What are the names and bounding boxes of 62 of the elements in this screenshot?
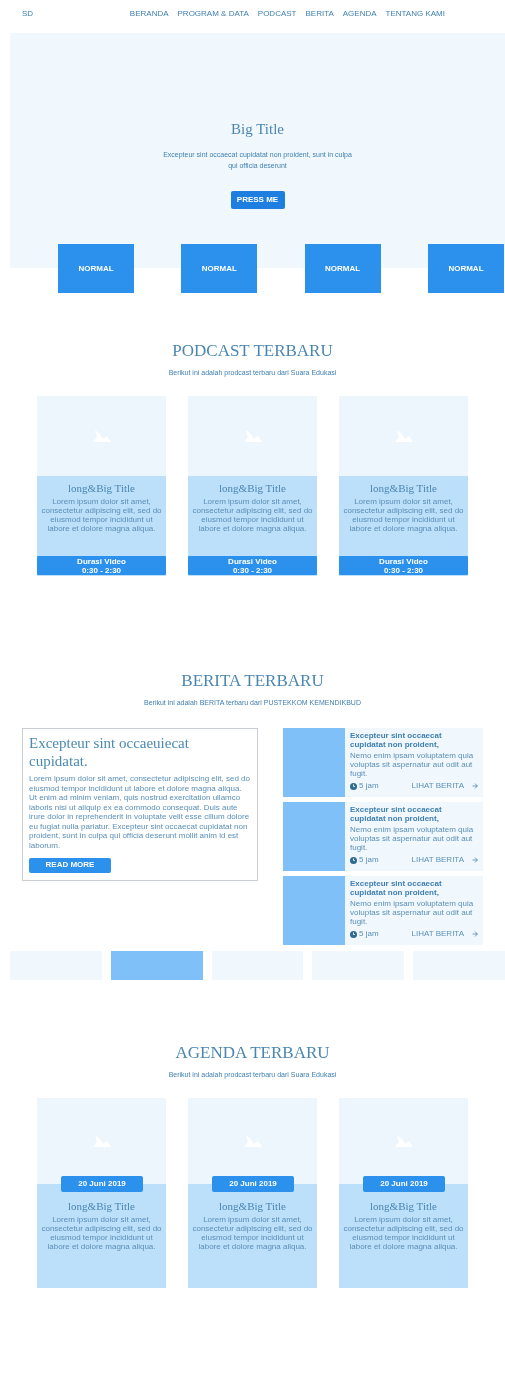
card-title: long&Big Title <box>68 1199 135 1214</box>
news-title: Excepteur sint occaecat cupidatat non proident, <box>350 805 443 823</box>
nav-link[interactable]: BERANDA <box>129 8 169 20</box>
category-tile[interactable]: NORMAL <box>58 244 134 293</box>
news-text: Nemo enim ipsam voluptatem quia voluptas sit aspernatur aut odit aut fugit. <box>350 899 475 926</box>
news-link[interactable]: LIHAT BERITA <box>411 928 464 940</box>
nav-link[interactable]: BERITA <box>305 8 334 20</box>
nav-link[interactable]: TENTANG KAMI <box>385 8 445 20</box>
duration-button[interactable]: Durasi Video 0:30 - 2:30 <box>188 556 317 575</box>
arrow-right-icon[interactable] <box>472 783 478 789</box>
news-time: 5 jam <box>359 780 379 792</box>
arrow-right-icon[interactable] <box>472 931 478 937</box>
category-tile[interactable]: NORMAL <box>304 244 381 293</box>
news-item[interactable]: Excepteur sint occaecat cupidatat non proident, Nemo enim ipsam voluptatem quia voluptas sit aspernatur aut odit aut fugit. 5 jam LIHAT BERITA <box>283 876 483 945</box>
news-item[interactable]: Excepteur sint occaecat cupidatat non proident, Nemo enim ipsam voluptatem quia voluptas sit aspernatur aut odit aut fugit. 5 jam LIHAT BERITA <box>283 802 483 871</box>
news-item[interactable]: Excepteur sint occaecat cupidatat non proident, Nemo enim ipsam voluptatem quia voluptas sit aspernatur aut odit aut fugit. 5 jam LIHAT BERITA <box>283 728 483 797</box>
nav-link[interactable]: PROGRAM & DATA <box>177 8 249 20</box>
date-badge: 20 Juni 2019 <box>61 1176 143 1192</box>
news-title: Excepteur sint occaecat cupidatat non proident, <box>350 879 443 897</box>
card-text: Lorem ipsum dolor sit amet, consectetur adipiscing elit, sed do eiusmod tempor incididunt ut labore et dolore magna aliqua. <box>41 1214 162 1251</box>
duration-button[interactable]: Durasi Video 0:30 - 2:30 <box>37 556 166 575</box>
section-title: AGENDA TERBARU <box>175 1042 330 1064</box>
card-text: Lorem ipsum dolor sit amet, consectetur adipiscing elit, sed do eiusmod tempor incididunt ut labore et dolore magna aliqua. <box>343 1214 464 1251</box>
read-more-button[interactable]: READ MORE <box>29 857 111 873</box>
date-badge: 20 Juni 2019 <box>212 1176 294 1192</box>
arrow-right-icon[interactable] <box>472 857 478 863</box>
featured-news-text: Lorem ipsum dolor sit amet, consectetur adipiscing elit, sed do eiusmod tempor incididunt ut labore et dolore magna aliqua. Ut enim ad minim veniam, quis nostrud exercitation ullamco laboris nisi ut aliquip ex ea commodo consequat. Duis aute irure dolor in reprehenderit in voluptate velit esse cillum dolore eu fugiat nulla pariatur. Excepteur sint occaecat cupidatat non proident, sunt in culpa qui officia deserunt mollit anim id est laborum. <box>29 774 251 850</box>
news-time: 5 jam <box>359 928 379 940</box>
news-title: Excepteur sint occaecat cupidatat non proident, <box>350 731 443 749</box>
news-text: Nemo enim ipsam voluptatem quia voluptas sit aspernatur aut odit aut fugit. <box>350 751 475 778</box>
news-link[interactable]: LIHAT BERITA <box>411 854 464 866</box>
card-text: Lorem ipsum dolor sit amet, consectetur adipiscing elit, sed do eiusmod tempor incididunt ut labore et dolore magna aliqua. <box>192 1214 313 1251</box>
news-thumbnail <box>283 802 345 871</box>
card-title: long&Big Title <box>219 1199 286 1214</box>
news-time: 5 jam <box>359 854 379 866</box>
news-text: Nemo enim ipsam voluptatem quia voluptas sit aspernatur aut odit aut fugit. <box>350 825 475 852</box>
slider-panel[interactable] <box>110 951 203 980</box>
featured-news-title: Excepteur sint occaeuiecat cupidatat. <box>29 734 190 770</box>
press-button[interactable]: PRESS ME <box>230 190 285 209</box>
card-text: Lorem ipsum dolor sit amet, consectetur adipiscing elit, sed do eiusmod tempor incididunt ut labore et dolore magna aliqua. <box>343 496 464 533</box>
clock-icon <box>350 856 357 864</box>
card-text: Lorem ipsum dolor sit amet, consectetur adipiscing elit, sed do eiusmod tempor incididunt ut labore et dolore magna aliqua. <box>41 496 162 533</box>
card-title: long&Big Title <box>370 1199 437 1214</box>
news-thumbnail <box>283 876 345 945</box>
card-title: long&Big Title <box>370 481 437 496</box>
card-title: long&Big Title <box>219 481 286 496</box>
nav-link[interactable]: PODCAST <box>257 8 297 20</box>
news-thumbnail <box>283 728 345 797</box>
card-text: Lorem ipsum dolor sit amet, consectetur adipiscing elit, sed do eiusmod tempor incididunt ut labore et dolore magna aliqua. <box>192 496 313 533</box>
date-badge: 20 Juni 2019 <box>363 1176 445 1192</box>
section-title: PODCAST TERBARU <box>172 340 333 362</box>
hero-title: Big Title <box>231 120 284 139</box>
news-link[interactable]: LIHAT BERITA <box>411 780 464 792</box>
section-title: BERITA TERBARU <box>181 670 324 692</box>
logo[interactable]: SD <box>22 8 34 20</box>
nav-link[interactable]: AGENDA <box>342 8 377 20</box>
category-tile[interactable]: NORMAL <box>428 244 504 293</box>
clock-icon <box>350 782 357 790</box>
category-tile[interactable]: NORMAL <box>181 244 258 293</box>
card-title: long&Big Title <box>68 481 135 496</box>
clock-icon <box>350 930 357 938</box>
duration-button[interactable]: Durasi Video 0:30 - 2:30 <box>339 556 468 575</box>
